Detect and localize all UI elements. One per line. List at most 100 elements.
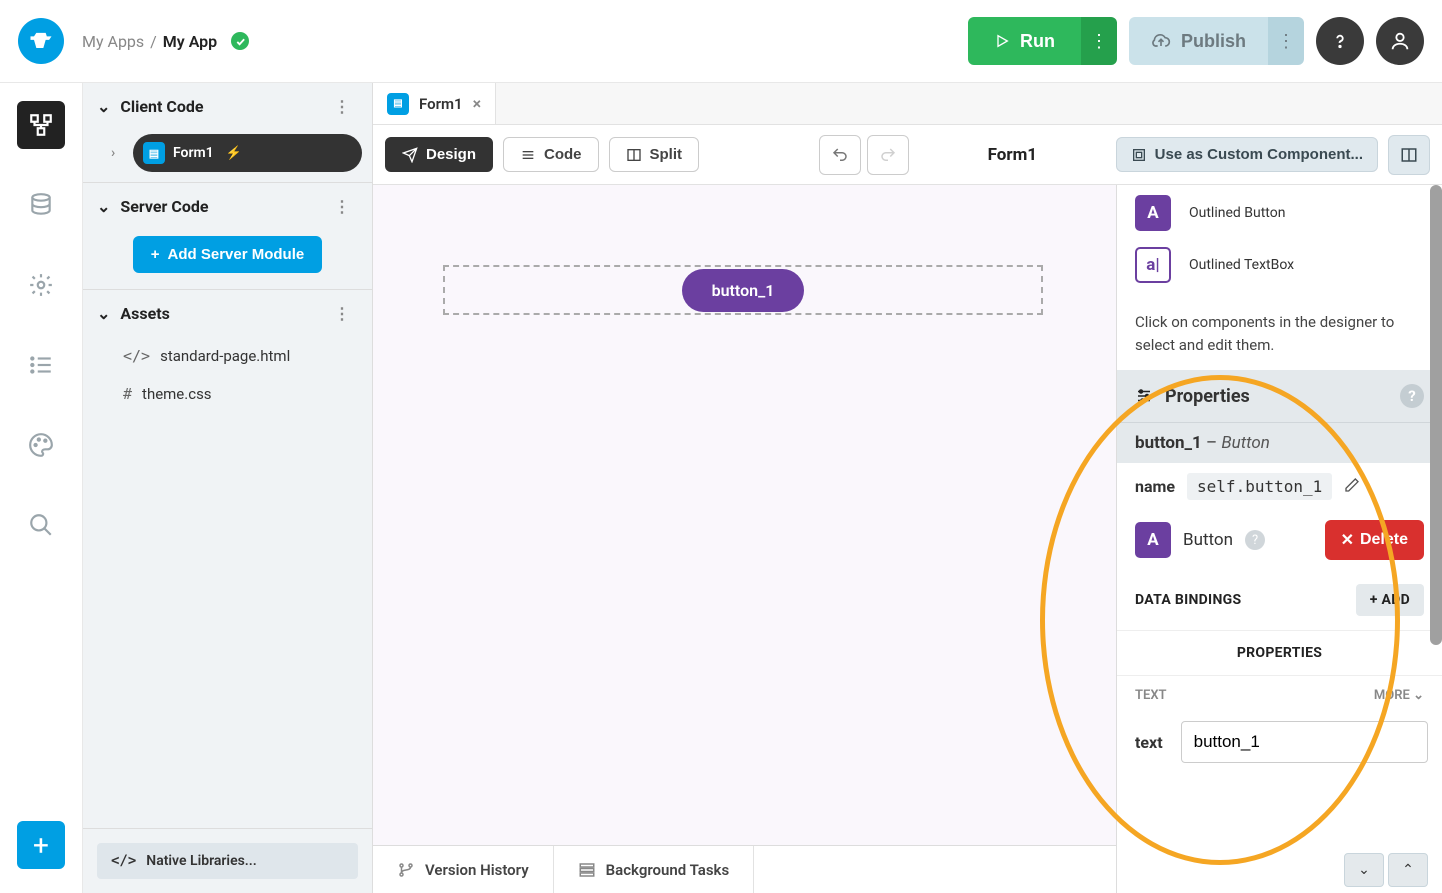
layout-columns-button[interactable] — [1388, 135, 1430, 175]
asset-css-item[interactable]: # theme.css — [83, 375, 372, 413]
code-icon: </> — [123, 347, 150, 365]
chevron-down-icon: ⌄ — [97, 197, 110, 216]
add-server-label: Add Server Module — [168, 246, 305, 263]
plus-icon: + — [1370, 592, 1382, 608]
native-libraries-button[interactable]: </> Native Libraries... — [97, 843, 358, 879]
designer-toolbar: Design Code Split Form1 — [373, 125, 1442, 185]
asset-html-item[interactable]: </> standard-page.html — [83, 337, 372, 375]
designer-canvas[interactable]: button_1 — [373, 185, 1116, 893]
design-view-button[interactable]: Design — [385, 137, 493, 172]
rail-add-button[interactable]: + — [17, 821, 65, 869]
name-property-row: name self.button_1 — [1117, 463, 1442, 510]
panel-up-button[interactable]: ⌃ — [1388, 853, 1428, 887]
selected-component[interactable]: button_1 – Button — [1117, 422, 1442, 463]
canvas-button-1[interactable]: button_1 — [682, 269, 805, 312]
publish-menu-button[interactable]: ⋮ — [1268, 17, 1304, 65]
edit-name-button[interactable] — [1344, 477, 1360, 497]
form1-label: Form1 — [173, 145, 214, 161]
assets-label: Assets — [120, 304, 169, 323]
properties-header: Properties ? — [1117, 370, 1442, 422]
add-binding-button[interactable]: + ADD — [1356, 584, 1424, 616]
properties-section-label: PROPERTIES — [1237, 645, 1322, 661]
panel-down-button[interactable]: ⌄ — [1344, 853, 1384, 887]
delete-label: Delete — [1360, 531, 1408, 549]
assets-header[interactable]: ⌄ Assets ⋮ — [83, 290, 372, 337]
text-more-toggle[interactable]: MORE ⌄ — [1374, 688, 1424, 703]
startup-icon: ⚡ — [226, 146, 242, 161]
code-view-button[interactable]: Code — [503, 137, 599, 172]
account-button[interactable] — [1376, 17, 1424, 65]
version-history-tab[interactable]: Version History — [373, 846, 554, 893]
saved-check-icon — [231, 32, 249, 50]
rail-search[interactable] — [17, 501, 65, 549]
text-label: text — [1135, 733, 1163, 752]
rail-settings[interactable] — [17, 261, 65, 309]
selected-dash: – — [1202, 433, 1222, 453]
close-icon[interactable]: × — [473, 94, 482, 113]
client-code-header[interactable]: ⌄ Client Code ⋮ — [83, 83, 372, 130]
database-icon — [28, 192, 54, 218]
add-server-module-button[interactable]: + Add Server Module — [133, 236, 322, 273]
chevron-up-icon: ⌃ — [1402, 862, 1414, 878]
assets-menu[interactable]: ⋮ — [326, 300, 358, 327]
toolbox-outlined-button[interactable]: A Outlined Button — [1135, 187, 1424, 239]
text-property-input[interactable] — [1181, 721, 1428, 763]
split-label: Split — [650, 146, 683, 163]
textbox-component-icon: a| — [1135, 247, 1171, 283]
columns-icon — [1400, 146, 1418, 164]
help-icon[interactable]: ? — [1400, 384, 1424, 408]
rail-app-browser[interactable] — [17, 101, 65, 149]
delete-component-button[interactable]: ✕ Delete — [1325, 520, 1424, 560]
tab-form1[interactable]: ▤ Form1 × — [373, 83, 496, 124]
client-code-menu[interactable]: ⋮ — [326, 93, 358, 120]
help-button[interactable] — [1316, 17, 1364, 65]
server-code-menu[interactable]: ⋮ — [326, 193, 358, 220]
asset-html-label: standard-page.html — [160, 347, 290, 365]
button-type-icon: A — [1135, 522, 1171, 558]
pencil-icon — [1344, 477, 1360, 493]
scrollbar[interactable] — [1430, 185, 1442, 645]
background-tasks-tab[interactable]: Background Tasks — [554, 846, 755, 893]
center-area: ▤ Form1 × Design Code Split — [373, 83, 1442, 893]
breadcrumb-parent[interactable]: My Apps — [82, 32, 144, 51]
form-icon: ▤ — [143, 142, 165, 164]
search-icon — [28, 512, 54, 538]
run-menu-button[interactable]: ⋮ — [1081, 17, 1117, 65]
plus-icon: + — [151, 246, 160, 263]
cloud-upload-icon — [1151, 31, 1171, 51]
run-button[interactable]: Run — [968, 17, 1081, 65]
rail-database[interactable] — [17, 181, 65, 229]
form-icon: ▤ — [387, 93, 409, 115]
bindings-label: DATA BINDINGS — [1135, 592, 1241, 608]
tab-strip: ▤ Form1 × — [373, 83, 1442, 125]
native-lib-label: Native Libraries... — [146, 853, 256, 869]
help-icon[interactable]: ? — [1245, 530, 1265, 550]
bottom-panel-tabs: Version History Background Tasks — [373, 845, 1116, 893]
split-view-button[interactable]: Split — [609, 137, 700, 172]
undo-button[interactable] — [819, 135, 861, 175]
tasks-icon — [578, 861, 596, 879]
rail-logs[interactable] — [17, 341, 65, 389]
outlined-button-label: Outlined Button — [1189, 205, 1285, 221]
send-icon — [402, 147, 418, 163]
sidebar: ⌄ Client Code ⋮ › ▤ Form1 ⚡ ⌄ Server Cod… — [83, 83, 373, 893]
palette-icon — [28, 432, 54, 458]
anvil-logo[interactable] — [18, 18, 64, 64]
sliders-icon — [1135, 387, 1153, 405]
right-panel-nav: ⌄ ⌃ — [1344, 853, 1428, 887]
play-icon — [994, 33, 1010, 49]
breadcrumb-current[interactable]: My App — [163, 32, 217, 51]
sidebar-item-form1[interactable]: › ▤ Form1 ⚡ — [133, 134, 362, 172]
use-as-custom-component-button[interactable]: Use as Custom Component... — [1116, 137, 1378, 172]
text-property-row: text — [1117, 715, 1442, 781]
list-icon — [28, 352, 54, 378]
data-bindings-header: DATA BINDINGS + ADD — [1117, 570, 1442, 630]
drop-slot[interactable]: button_1 — [443, 265, 1043, 315]
publish-button[interactable]: Publish — [1129, 17, 1268, 65]
toolbox-outlined-textbox[interactable]: a| Outlined TextBox — [1135, 239, 1424, 291]
anvil-icon — [27, 27, 55, 55]
server-code-header[interactable]: ⌄ Server Code ⋮ — [83, 183, 372, 230]
redo-button[interactable] — [867, 135, 909, 175]
version-history-label: Version History — [425, 861, 529, 879]
rail-theme[interactable] — [17, 421, 65, 469]
